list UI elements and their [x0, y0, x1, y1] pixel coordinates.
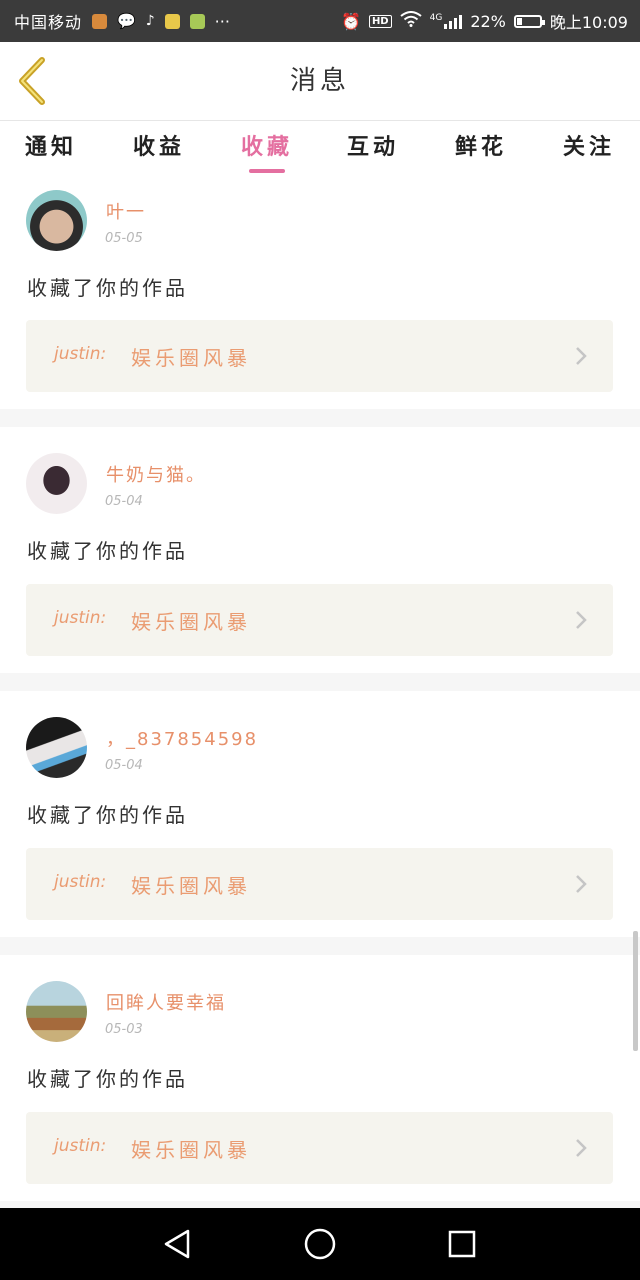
wifi-icon [399, 11, 422, 31]
work-author: justin: [54, 1136, 107, 1156]
timestamp: 05-04 [105, 494, 143, 509]
work-author: justin: [54, 344, 107, 364]
tab-following[interactable]: 关注 [544, 121, 634, 177]
work-author: justin: [54, 608, 107, 628]
avatar[interactable] [26, 453, 87, 514]
tab-notifications[interactable]: 通知 [6, 121, 96, 177]
wechat-icon: 💬 [117, 12, 136, 30]
battery-percent: 22% [470, 11, 506, 31]
chevron-right-icon [576, 875, 587, 893]
action-text: 收藏了你的作品 [27, 1067, 188, 1091]
list-item: ，_837854598 05-04 收藏了你的作品 justin: 娱乐圈风暴 [0, 691, 640, 937]
username[interactable]: 回眸人要幸福 [106, 989, 226, 1015]
network-type-label: 4G [429, 13, 443, 23]
home-nav-button[interactable] [302, 1226, 338, 1262]
chevron-right-icon [576, 347, 587, 365]
list-item: 叶一 05-05 收藏了你的作品 justin: 娱乐圈风暴 [0, 178, 640, 424]
divider [0, 1201, 640, 1208]
username[interactable]: 叶一 [106, 198, 146, 224]
list-item: 牛奶与猫。 05-04 收藏了你的作品 justin: 娱乐圈风暴 [0, 427, 640, 673]
signal-icon: 4G [430, 13, 463, 29]
alarm-icon: ⏰ [341, 11, 361, 31]
work-card[interactable]: justin: 娱乐圈风暴 [26, 320, 613, 392]
square-recents-icon [448, 1230, 476, 1258]
chevron-right-icon [576, 611, 587, 629]
tab-bar: 通知 收益 收藏 互动 鲜花 关注 [0, 121, 640, 177]
circle-home-icon [304, 1228, 336, 1260]
work-card[interactable]: justin: 娱乐圈风暴 [26, 848, 613, 920]
timestamp: 05-04 [105, 758, 143, 773]
avatar[interactable] [26, 717, 87, 778]
tab-favorites[interactable]: 收藏 [222, 121, 312, 177]
avatar[interactable] [26, 981, 87, 1042]
hd-icon: HD [368, 14, 392, 28]
header-bar: 消息 [0, 42, 640, 121]
timestamp: 05-03 [105, 1022, 143, 1037]
battery-icon [513, 14, 545, 28]
page-title: 消息 [289, 66, 350, 96]
app-icon-green [189, 13, 205, 29]
list-item: 回眸人要幸福 05-03 收藏了你的作品 justin: 娱乐圈风暴 [0, 955, 640, 1201]
divider [0, 673, 640, 691]
action-text: 收藏了你的作品 [27, 803, 188, 827]
username[interactable]: ，_837854598 [106, 725, 258, 751]
username[interactable]: 牛奶与猫。 [106, 461, 206, 487]
more-icon: ··· [214, 11, 230, 31]
work-title: 娱乐圈风暴 [131, 1138, 251, 1162]
timestamp: 05-05 [105, 231, 143, 246]
tab-earnings[interactable]: 收益 [114, 121, 204, 177]
action-text: 收藏了你的作品 [27, 539, 188, 563]
recents-nav-button[interactable] [444, 1226, 480, 1262]
carrier-label: 中国移动 [14, 13, 83, 32]
tab-flowers[interactable]: 鲜花 [436, 121, 526, 177]
system-nav-bar [0, 1208, 640, 1280]
divider [0, 409, 640, 427]
favorites-list: 叶一 05-05 收藏了你的作品 justin: 娱乐圈风暴 牛奶与猫。 05-… [0, 178, 640, 1208]
work-card[interactable]: justin: 娱乐圈风暴 [26, 1112, 613, 1184]
work-author: justin: [54, 872, 107, 892]
work-card[interactable]: justin: 娱乐圈风暴 [26, 584, 613, 656]
scrollbar[interactable] [633, 931, 638, 1051]
action-text: 收藏了你的作品 [27, 276, 188, 300]
tiktok-icon: ♪ [145, 13, 155, 29]
back-nav-button[interactable] [160, 1226, 196, 1262]
app-icon-orange [92, 13, 108, 29]
work-title: 娱乐圈风暴 [131, 874, 251, 898]
work-title: 娱乐圈风暴 [131, 610, 251, 634]
avatar[interactable] [26, 190, 87, 251]
chevron-right-icon [576, 1139, 587, 1157]
clock: 晚上10:09 [549, 13, 628, 32]
app-icon-yellow [164, 13, 180, 29]
tab-interactions[interactable]: 互动 [328, 121, 418, 177]
work-title: 娱乐圈风暴 [131, 346, 251, 370]
divider [0, 937, 640, 955]
triangle-back-icon [164, 1229, 190, 1259]
status-bar: 中国移动 💬 ♪ ··· ⏰ HD 4G 22% 晚上10:09 [0, 0, 640, 42]
active-tab-indicator [249, 169, 285, 173]
